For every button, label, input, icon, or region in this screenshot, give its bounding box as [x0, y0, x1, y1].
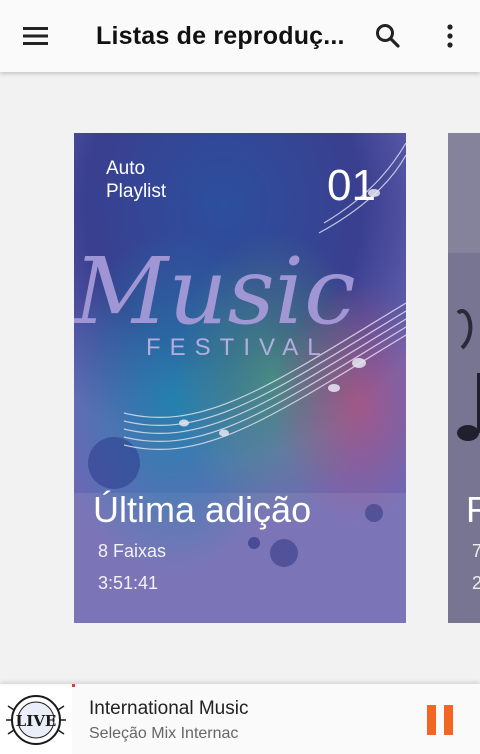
album-art-text: LIVE [16, 712, 57, 730]
playlist-carousel[interactable]: Music FESTIVAL Auto Playlist 01 Última a… [0, 72, 480, 684]
album-art-image: LIVE [0, 686, 72, 754]
art-subtitle-text: FESTIVAL [146, 334, 330, 361]
now-playing-subtitle: Seleção Mix Internac [89, 725, 239, 742]
track-count: 8 Faixas [98, 541, 167, 561]
more-options-button[interactable] [426, 12, 474, 60]
playlist-card-next[interactable]: F 7 2 [448, 133, 480, 623]
label-line-2: Playlist [106, 181, 167, 202]
playlist-duration: 3:51:41 [98, 573, 159, 593]
search-icon [376, 24, 400, 48]
more-vert-icon [447, 24, 453, 48]
app-bar: Listas de reproduç... [0, 0, 480, 72]
pause-button[interactable] [416, 696, 464, 744]
page-title: Listas de reproduç... [96, 21, 345, 50]
next-playlist-name: F [466, 489, 480, 530]
menu-button[interactable] [0, 0, 72, 72]
label-line-1: Auto [106, 158, 146, 179]
pause-icon [423, 705, 457, 735]
playlist-number: 01 [327, 161, 376, 210]
next-track-count: 7 [472, 541, 480, 561]
search-button[interactable] [364, 12, 412, 60]
auto-playlist-label: Auto Playlist [106, 157, 166, 203]
playlist-card-ultima-adicao[interactable]: Music FESTIVAL Auto Playlist 01 Última a… [74, 133, 406, 623]
progress-indicator [72, 684, 75, 687]
art-title-text: Music [74, 238, 356, 345]
now-playing-bar[interactable]: LIVE International Music Seleção Mix Int… [0, 684, 480, 754]
playlist-name: Última adição [93, 489, 312, 530]
now-playing-title: International Music [89, 698, 249, 719]
next-playlist-duration: 2 [472, 573, 480, 593]
menu-icon [23, 27, 48, 45]
album-art[interactable]: LIVE [0, 686, 72, 754]
